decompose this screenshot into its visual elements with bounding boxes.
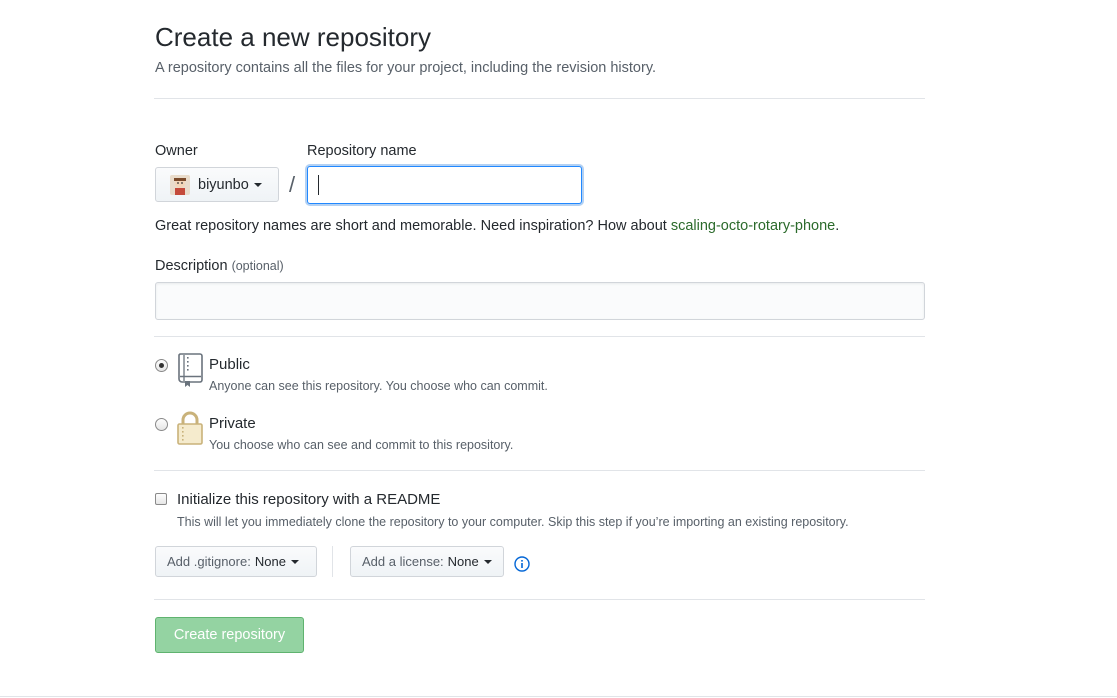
owner-name: biyunbo [198, 176, 249, 193]
hint-period: . [835, 218, 840, 234]
description-input[interactable] [155, 282, 925, 320]
private-note: You choose who can see and commit to thi… [209, 438, 514, 452]
readme-checkbox[interactable] [155, 493, 167, 505]
gitignore-value: None [254, 554, 286, 569]
readme-title: Initialize this repository with a README [177, 491, 441, 508]
optional-note: (optional) [231, 259, 284, 273]
name-suggestion-link[interactable]: scaling-octo-rotary-phone [671, 218, 835, 234]
gitignore-select-button[interactable]: Add .gitignore: None [155, 546, 317, 577]
chevron-down-icon [253, 182, 262, 187]
footer-divider [0, 696, 1117, 697]
public-note: Anyone can see this repository. You choo… [209, 379, 548, 393]
gitignore-prefix: Add .gitignore: [167, 554, 251, 569]
header-divider [154, 98, 925, 99]
hint-text: Great repository names are short and mem… [155, 218, 671, 234]
description-divider [154, 336, 925, 337]
description-label-text: Description [155, 258, 228, 274]
license-prefix: Add a license: [362, 554, 444, 569]
owner-select-button[interactable]: biyunbo [155, 167, 279, 202]
lock-icon [176, 410, 204, 451]
repository-name-input[interactable] [307, 166, 582, 204]
text-cursor [318, 175, 319, 195]
page-subtitle: A repository contains all the files for … [155, 60, 657, 76]
repo-book-icon [176, 352, 204, 393]
actions-divider [154, 599, 925, 600]
info-icon[interactable] [514, 556, 530, 577]
owner-repo-separator: / [289, 172, 296, 197]
avatar [170, 174, 190, 195]
repository-name-label: Repository name [307, 143, 417, 159]
visibility-divider [154, 470, 925, 471]
owner-label: Owner [155, 143, 198, 159]
select-separator [332, 546, 333, 577]
private-title: Private [209, 415, 256, 432]
license-value: None [447, 554, 479, 569]
description-label: Description (optional) [155, 257, 284, 275]
public-title: Public [209, 356, 250, 373]
page: Create a new repository A repository con… [0, 0, 1117, 698]
public-radio[interactable] [155, 359, 168, 372]
create-repository-button[interactable]: Create repository [155, 617, 304, 653]
page-title: Create a new repository [155, 22, 432, 52]
readme-note: This will let you immediately clone the … [177, 515, 849, 529]
license-select-button[interactable]: Add a license: None [350, 546, 504, 577]
repository-name-hint: Great repository names are short and mem… [155, 217, 839, 235]
private-radio[interactable] [155, 418, 168, 431]
chevron-down-icon [290, 559, 299, 564]
chevron-down-icon [483, 559, 492, 564]
